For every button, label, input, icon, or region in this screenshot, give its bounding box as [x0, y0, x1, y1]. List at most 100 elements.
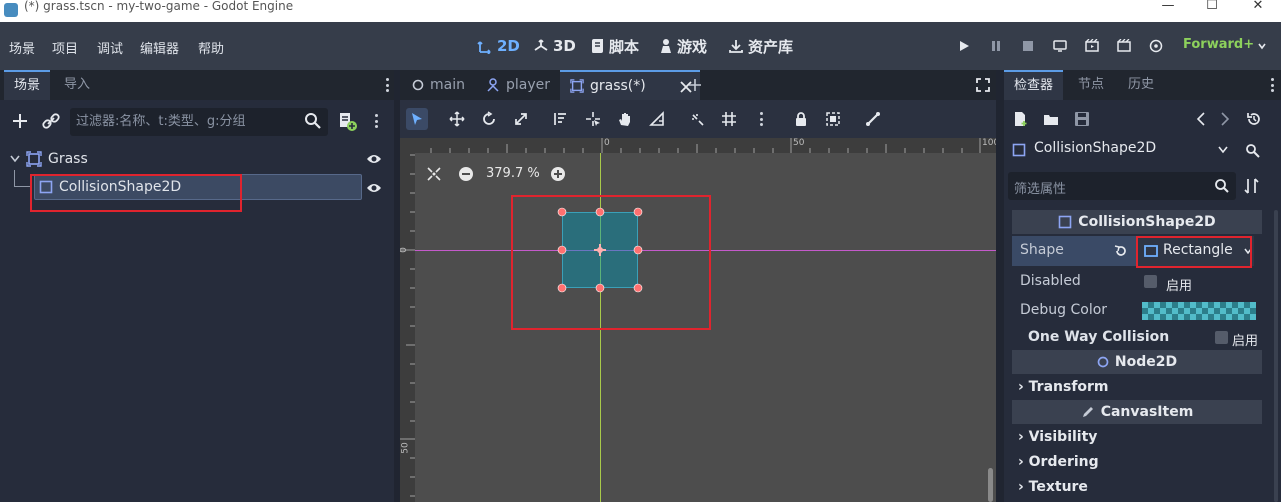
inspector-scrollbar[interactable] [1274, 210, 1278, 502]
tree-connector [14, 170, 15, 186]
group-ordering[interactable]: › Ordering [1018, 450, 1099, 474]
workspace-game-button[interactable]: 游戏 [659, 34, 707, 58]
magnet-snap-icon [692, 114, 704, 126]
play-scene-button[interactable] [1081, 35, 1103, 57]
visibility-eye-icon[interactable] [366, 181, 382, 195]
close-window-button[interactable]: ✕ [1235, 0, 1281, 14]
remote-debug-button[interactable] [1049, 35, 1071, 57]
lock-button[interactable] [790, 108, 812, 130]
group-visibility[interactable]: › Visibility [1018, 425, 1097, 449]
workspace-2d-button[interactable]: 2D [477, 34, 520, 58]
skeleton-button[interactable] [862, 108, 884, 130]
canvas-toolbar: 视图 [400, 100, 996, 138]
maximize-button[interactable]: ☐ [1189, 0, 1235, 14]
center-view-icon[interactable] [426, 166, 442, 182]
2d-icon [477, 41, 491, 54]
tab-inspector[interactable]: 检查器 [1004, 70, 1064, 100]
save-icon[interactable] [1074, 111, 1090, 127]
menu-scene[interactable]: 场景 [9, 38, 35, 57]
chevron-down-icon[interactable] [10, 155, 20, 163]
group-transform[interactable]: › Transform [1018, 375, 1109, 399]
play-button[interactable] [953, 35, 975, 57]
property-disabled-label: Disabled [1020, 273, 1081, 289]
scene-options-icon[interactable] [373, 112, 379, 130]
menu-debug[interactable]: 调试 [97, 38, 123, 57]
scene-filter-input[interactable]: 过滤器:名称、t:类型、g:分组 [70, 108, 328, 136]
revert-icon[interactable] [1114, 244, 1128, 258]
tab-import[interactable]: 导入 [54, 70, 100, 100]
minimize-button[interactable]: — [1145, 0, 1191, 14]
ruler-label: 50 [793, 138, 805, 148]
movie-maker-button[interactable] [1145, 35, 1167, 57]
list-select-button[interactable] [550, 108, 572, 130]
history-back-icon[interactable] [1196, 111, 1206, 127]
tab-grass-scene[interactable]: grass(*) [560, 70, 700, 100]
zoom-level[interactable]: 379.7 % [486, 166, 540, 181]
collision-shape-icon [1012, 143, 1026, 157]
node2d-circle-icon [1097, 356, 1109, 368]
documentation-icon[interactable] [1244, 142, 1262, 160]
tab-history[interactable]: 历史 [1118, 70, 1164, 100]
highlight-annotation [30, 174, 242, 212]
menu-help[interactable]: 帮助 [198, 38, 224, 57]
group-icon [826, 112, 840, 126]
disabled-checkbox[interactable] [1144, 275, 1157, 288]
property-options-icon[interactable] [1244, 178, 1260, 194]
instance-scene-button[interactable] [40, 110, 62, 132]
visibility-eye-icon[interactable] [366, 152, 382, 166]
vertical-scrollbar[interactable] [988, 468, 993, 502]
zoom-in-icon[interactable] [550, 166, 566, 182]
tab-main-scene[interactable]: main [402, 70, 475, 100]
scene-dock-menu-icon[interactable] [384, 76, 390, 94]
debug-color-picker[interactable] [1142, 302, 1256, 320]
link-icon [42, 113, 60, 129]
open-folder-icon[interactable] [1043, 111, 1059, 127]
pause-button[interactable] [985, 35, 1007, 57]
node-selector-dropdown[interactable]: CollisionShape2D [1008, 136, 1236, 164]
section-node2d[interactable]: Node2D [1012, 350, 1262, 374]
move-icon [449, 111, 465, 127]
inspector-menu-icon[interactable] [1269, 76, 1275, 94]
workspace-3d-button[interactable]: 3D [533, 34, 576, 58]
one-way-checkbox[interactable] [1215, 331, 1228, 344]
add-tab-icon[interactable] [688, 78, 702, 92]
rotate-icon [483, 111, 495, 125]
group-button[interactable] [822, 108, 844, 130]
stop-button[interactable] [1017, 35, 1039, 57]
section-canvasitem[interactable]: CanvasItem [1012, 400, 1262, 424]
move-mode-button[interactable] [446, 108, 468, 130]
smart-snap-button[interactable] [686, 108, 708, 130]
snap-options-icon[interactable] [758, 110, 764, 128]
rotate-mode-button[interactable] [478, 108, 500, 130]
pivot-mode-button[interactable] [582, 108, 604, 130]
play-custom-scene-button[interactable] [1113, 35, 1135, 57]
grid-snap-button[interactable] [718, 108, 740, 130]
group-texture[interactable]: › Texture [1018, 475, 1088, 499]
tab-scene[interactable]: 场景 [4, 70, 51, 100]
renderer-selector[interactable]: Forward+ [1183, 37, 1254, 52]
zoom-out-icon[interactable] [458, 166, 474, 182]
pan-mode-button[interactable] [614, 108, 636, 130]
renderer-dropdown-icon[interactable] [1257, 39, 1267, 53]
tree-item-grass[interactable]: Grass [0, 146, 394, 172]
scale-mode-button[interactable] [510, 108, 532, 130]
tab-player-scene[interactable]: player [476, 70, 560, 100]
object-history-icon[interactable] [1246, 111, 1262, 127]
workspace-script-button[interactable]: 脚本 [591, 34, 639, 58]
ruler-label: 0 [400, 247, 409, 253]
history-forward-icon[interactable] [1220, 111, 1230, 127]
new-resource-icon[interactable] [1012, 111, 1028, 127]
distraction-free-icon[interactable] [976, 78, 990, 92]
add-node-button[interactable] [10, 110, 30, 132]
stop-icon [1023, 41, 1033, 51]
tab-node[interactable]: 节点 [1068, 70, 1114, 100]
ruler-mode-button[interactable] [646, 108, 668, 130]
attach-script-button[interactable] [336, 110, 358, 132]
menu-project[interactable]: 项目 [52, 38, 78, 57]
menu-editor[interactable]: 编辑器 [140, 38, 179, 57]
property-filter-input[interactable]: 筛选属性 [1008, 172, 1236, 200]
section-collisionshape2d[interactable]: CollisionShape2D [1012, 210, 1262, 234]
workspace-assetlib-button[interactable]: 资产库 [728, 34, 793, 58]
select-mode-button[interactable] [406, 108, 428, 130]
canvas-viewport[interactable]: 0 50 100 0 50 379.7 % [400, 138, 996, 502]
